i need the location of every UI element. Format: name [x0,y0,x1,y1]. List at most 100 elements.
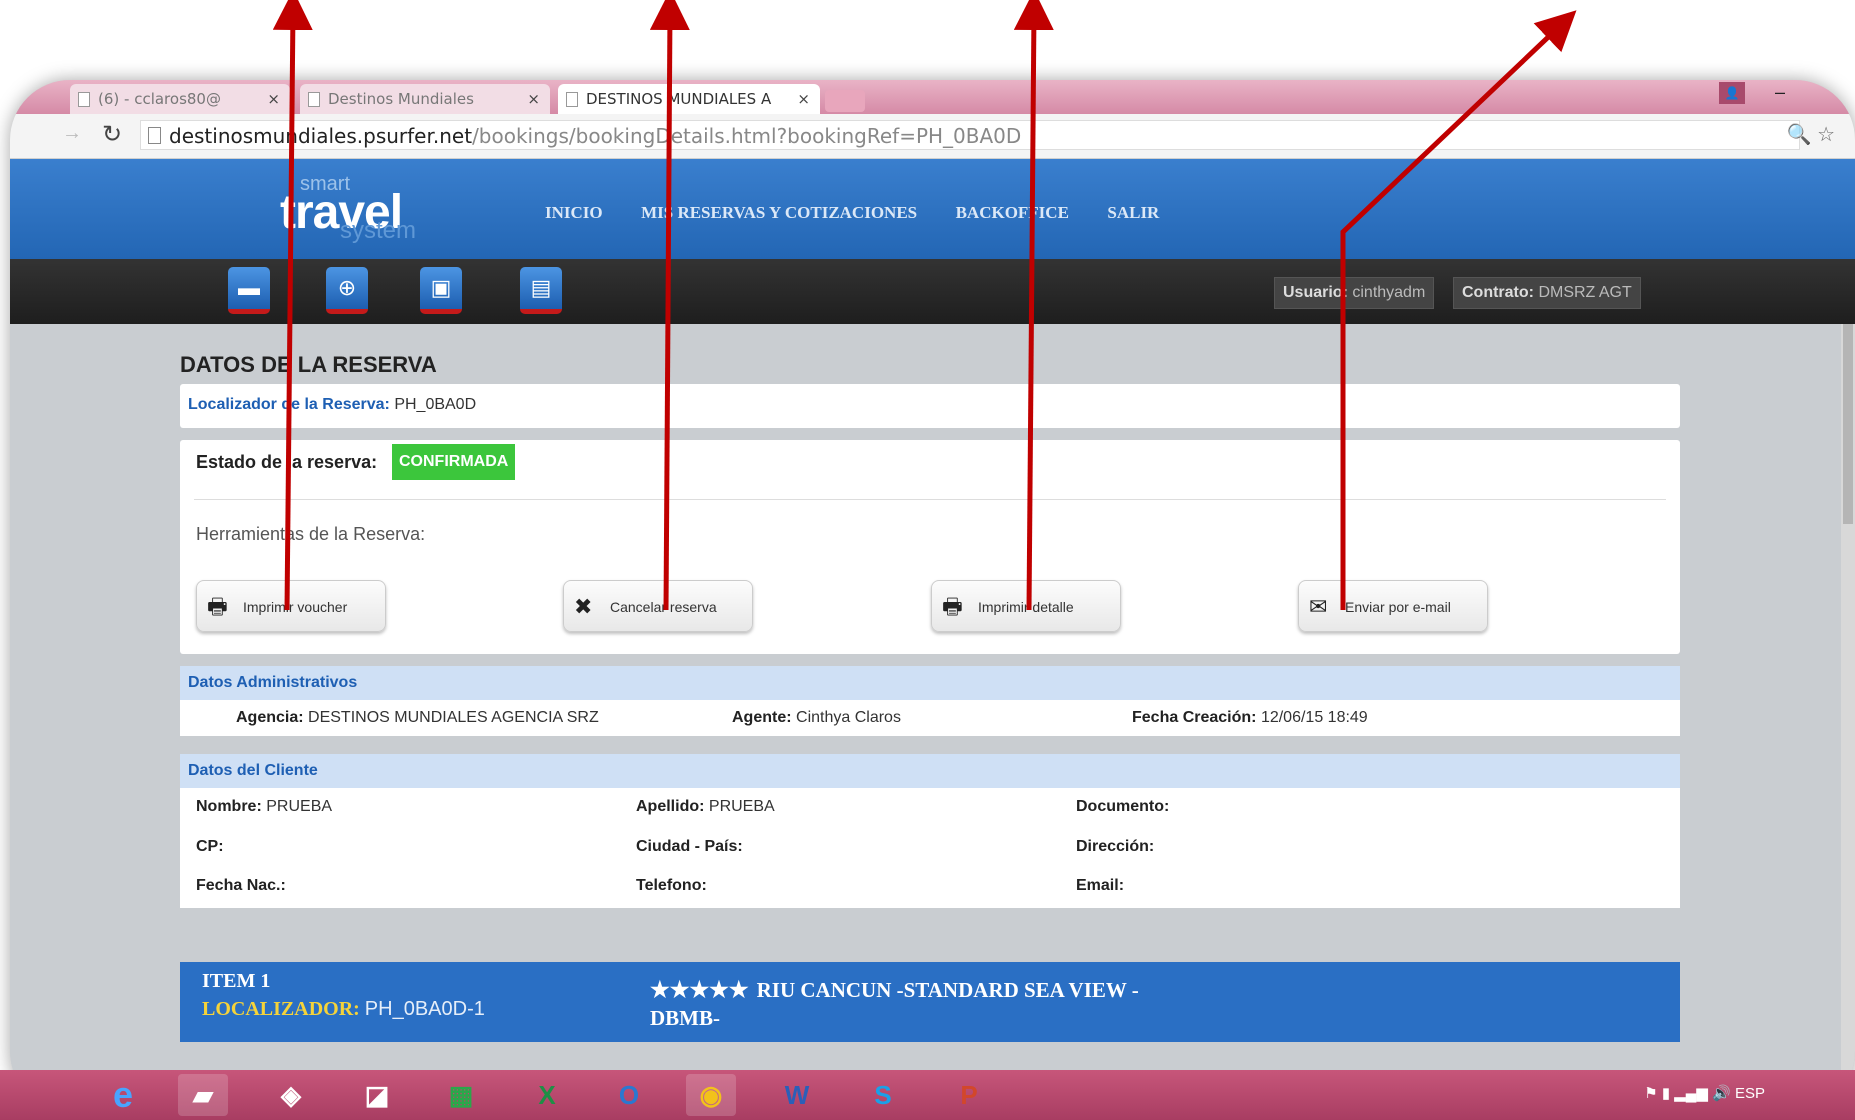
tab-active[interactable]: DESTINOS MUNDIALES A × [558,84,820,114]
phone-label: Telefono: [636,877,707,894]
button-label: Enviar por e-mail [1345,599,1451,615]
user-box: Usuario: cinthyadm [1274,277,1435,309]
taskbar: e ▰ ◈ ◪ ▦ X O ◉ W S P ⚑ ▮ ▂▄▆ 🔊 ESP [0,1070,1855,1120]
admin-section: Agencia: DESTINOS MUNDIALES AGENCIA SRZ … [180,700,1680,736]
outlook-icon[interactable]: O [604,1074,654,1116]
close-tab-icon[interactable]: × [797,84,810,114]
name-value: PRUEBA [266,798,333,815]
page-icon [566,92,578,107]
site-header: smart travel system INICIO MIS RESERVAS … [10,159,1855,259]
status-label: Estado de la reserva: [196,452,378,472]
system-tray: ⚑ ▮ ▂▄▆ 🔊 ESP [1644,1084,1765,1102]
item-title: ITEM 1 [202,970,271,992]
url-input[interactable]: destinosmundiales.psurfer.net/bookings/b… [140,120,1800,150]
star-icon[interactable]: ☆ [1817,124,1835,146]
add-icon[interactable]: ⊕ [326,267,368,314]
minimize-icon[interactable]: – [1775,82,1785,103]
app-icon[interactable]: ◈ [266,1074,316,1116]
page-icon [308,92,320,107]
created-field: Fecha Creación: 12/06/15 18:49 [1132,709,1368,727]
created-label: Fecha Creación: [1132,709,1257,726]
zoom-icon[interactable]: 🔍 [1787,124,1812,146]
surname-value: PRUEBA [708,798,775,815]
tab-bar: (6) - cclaros80@ × Destinos Mundiales × DE… [10,80,1855,114]
app-icon-2[interactable]: ◪ [352,1074,402,1116]
birth-field: Fecha Nac.: [196,877,286,895]
nav-inicio[interactable]: INICIO [545,203,603,223]
x-icon: ✖ [574,594,593,619]
cp-field: CP: [196,838,224,856]
signal-icon[interactable]: ▂▄▆ [1674,1085,1708,1102]
locator-label: Localizador de la Reserva: [188,396,390,413]
logo-system: system [340,217,417,244]
divider [194,499,1666,500]
phone-field: Telefono: [636,877,707,895]
language-indicator[interactable]: ESP [1735,1085,1765,1102]
client-section: Nombre: PRUEBA Apellido: PRUEBA Document… [180,788,1680,908]
agent-value: Cinthya Claros [796,709,901,726]
close-tab-icon[interactable]: × [267,84,280,114]
tab-gmail[interactable]: (6) - cclaros80@ × [70,84,290,114]
button-label: Imprimir detalle [978,599,1074,615]
reload-icon[interactable]: ↻ [102,120,122,149]
item-locator: LOCALIZADOR: PH_0BA0D-1 [202,998,485,1021]
skype-icon[interactable]: S [858,1074,908,1116]
bus-icon[interactable]: ▣ [420,267,462,314]
nav-salir[interactable]: SALIR [1107,203,1159,223]
product-toolbar: ▬ ⊕ ▣ ▤ Usuario: cinthyadm Contrato: DMS… [10,259,1855,324]
hotel-name: ★★★★★ RIU CANCUN -STANDARD SEA VIEW - DBM… [650,976,1180,1032]
excel-icon[interactable]: X [522,1074,572,1116]
print-voucher-button[interactable]: 🖶 Imprimir voucher [196,580,386,632]
battery-icon[interactable]: ▮ [1662,1085,1670,1102]
nav-mis-reservas[interactable]: MIS RESERVAS Y COTIZACIONES [641,203,917,223]
scrollbar-thumb[interactable] [1843,324,1853,524]
volume-icon[interactable]: 🔊 [1712,1085,1731,1102]
cp-label: CP: [196,838,224,855]
printer-icon: 🖶 [207,594,228,619]
print-detail-button[interactable]: 🖶 Imprimir detalle [931,580,1121,632]
word-icon[interactable]: W [772,1074,822,1116]
item-header: ITEM 1 LOCALIZADOR: PH_0BA0D-1 ★★★★★ RIU … [180,962,1680,1042]
locator-panel: Localizador de la Reserva: PH_0BA0D [180,384,1680,428]
package-icon[interactable]: ▤ [520,267,562,314]
user-icon[interactable]: 👤 [1719,82,1745,104]
address-field: Dirección: [1076,838,1154,856]
explorer-icon[interactable]: ▰ [178,1074,228,1116]
flag-icon[interactable]: ⚑ [1644,1085,1657,1102]
hotel-icon[interactable]: ▬ [228,267,270,314]
page-icon [148,127,161,144]
page-title: DATOS DE LA RESERVA [180,352,437,377]
logo[interactable]: smart travel system [280,169,440,249]
name-label: Nombre: [196,798,262,815]
ie-icon[interactable]: e [98,1074,148,1116]
email-field: Email: [1076,877,1124,895]
agent-label: Agente: [732,709,792,726]
back-icon[interactable]: → [62,122,82,145]
address-bar: → ↻ destinosmundiales.psurfer.net/bookin… [10,114,1855,159]
send-email-button[interactable]: ✉ Enviar por e-mail [1298,580,1488,632]
close-tab-icon[interactable]: × [527,84,540,114]
created-value: 12/06/15 18:49 [1260,709,1368,726]
tab-label: (6) - cclaros80@ [98,90,221,108]
chrome-icon[interactable]: ◉ [686,1074,736,1116]
cancel-booking-button[interactable]: ✖ Cancelar reserva [563,580,753,632]
url-host: destinosmundiales.psurfer.net [169,124,473,148]
new-tab-button[interactable] [825,90,865,112]
contract-box: Contrato: DMSRZ AGT [1453,277,1641,309]
tools-label: Herramientas de la Reserva: [196,524,426,544]
address-label: Dirección: [1076,838,1155,855]
store-icon[interactable]: ▦ [436,1074,486,1116]
tab-destinos[interactable]: Destinos Mundiales × [300,84,550,114]
birth-label: Fecha Nac.: [196,877,286,894]
scrollbar[interactable] [1841,324,1855,1120]
button-label: Cancelar reserva [610,599,717,615]
city-field: Ciudad - País: [636,838,743,856]
agency-label: Agencia: [236,709,304,726]
powerpoint-icon[interactable]: P [944,1074,994,1116]
name-field: Nombre: PRUEBA [196,798,332,816]
contract-value: DMSRZ AGT [1538,284,1632,301]
envelope-icon: ✉ [1309,594,1328,619]
nav-backoffice[interactable]: BACKOFFICE [956,203,1069,223]
top-nav: INICIO MIS RESERVAS Y COTIZACIONES BACKO… [545,203,1193,223]
item-locator-value: PH_0BA0D-1 [364,998,485,1020]
